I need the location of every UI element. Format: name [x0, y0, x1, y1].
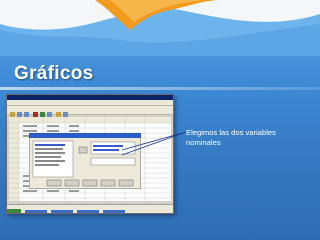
slide-note: Elegimos las dos variables nominales — [186, 128, 276, 147]
slide: Gráficos Elegimos las dos variables nomi… — [0, 0, 320, 240]
pointer-arrow-icon — [121, 131, 187, 156]
